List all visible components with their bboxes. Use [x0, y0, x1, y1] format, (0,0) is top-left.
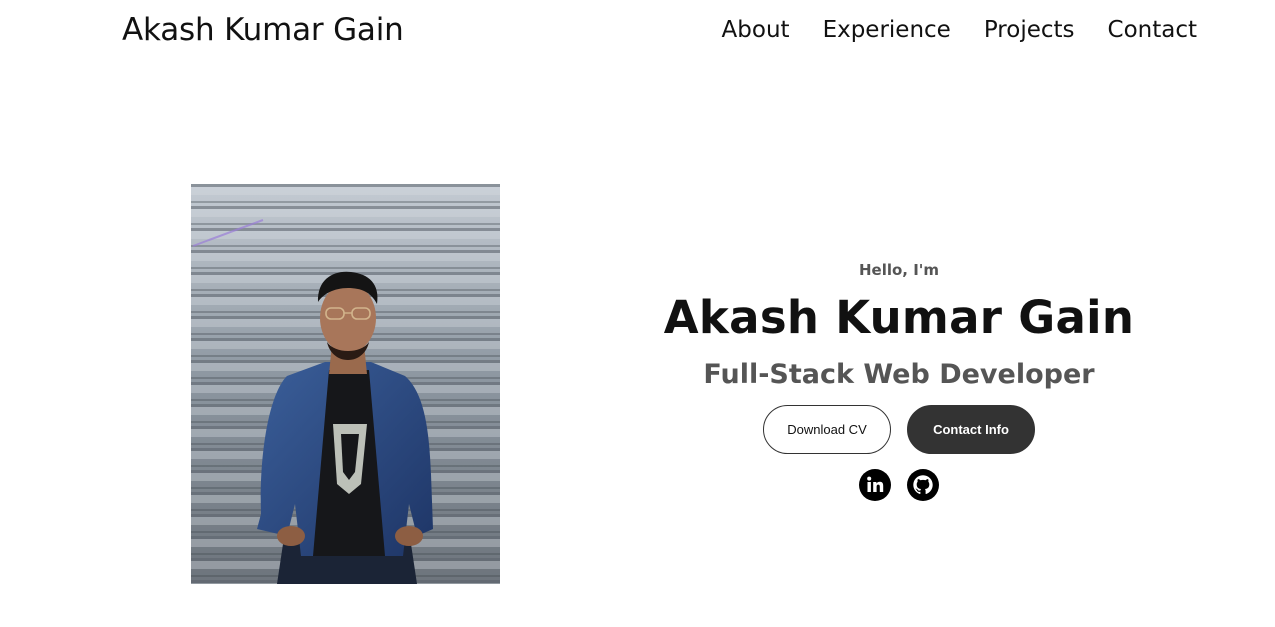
nav-link-projects[interactable]: Projects — [984, 17, 1075, 43]
site-logo[interactable]: Akash Kumar Gain — [122, 10, 404, 50]
contact-info-button[interactable]: Contact Info — [907, 405, 1035, 454]
nav-links: About Experience Projects Contact — [722, 12, 1197, 48]
nav-item-about: About — [722, 12, 790, 48]
hero-role: Full-Stack Web Developer — [703, 359, 1095, 390]
nav-item-projects: Projects — [984, 12, 1075, 48]
nav-link-about[interactable]: About — [722, 17, 790, 43]
profile-photo-illustration — [191, 184, 500, 584]
hero-buttons: Download CV Contact Info — [600, 405, 1198, 454]
linkedin-icon[interactable] — [859, 469, 891, 501]
hero-greeting: Hello, I'm — [858, 261, 940, 279]
nav-item-contact: Contact — [1108, 12, 1197, 48]
social-links — [600, 469, 1198, 501]
top-nav: Akash Kumar Gain About Experience Projec… — [0, 0, 1275, 62]
hero-section: Hello, I'm Akash Kumar Gain Full-Stack W… — [600, 255, 1198, 501]
download-cv-button[interactable]: Download CV — [763, 405, 891, 454]
profile-photo — [191, 184, 500, 584]
nav-item-experience: Experience — [823, 12, 951, 48]
github-icon[interactable] — [907, 469, 939, 501]
nav-link-experience[interactable]: Experience — [823, 17, 951, 43]
nav-link-contact[interactable]: Contact — [1108, 17, 1197, 43]
hero-name: Akash Kumar Gain — [663, 291, 1135, 344]
